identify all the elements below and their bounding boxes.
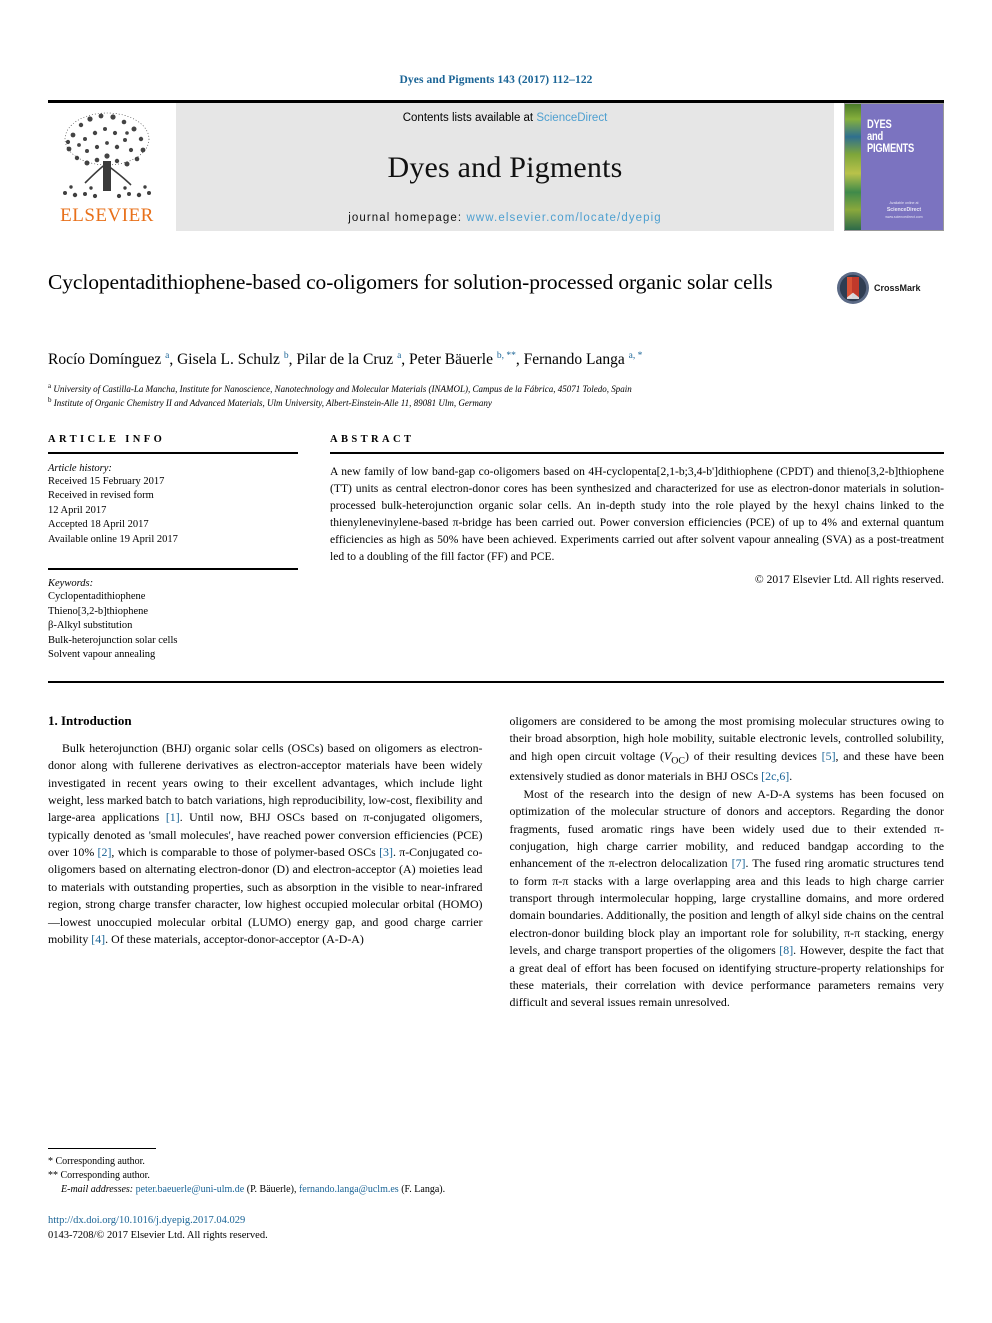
article-history-item: Accepted 18 April 2017 bbox=[48, 519, 149, 531]
footnote-corresponding-2: ** Corresponding author. bbox=[48, 1169, 476, 1183]
title-block: Cyclopentadithiophene-based co-oligomers… bbox=[48, 269, 944, 331]
footnote-text-1: Corresponding author. bbox=[55, 1156, 145, 1167]
abstract-copyright: © 2017 Elsevier Ltd. All rights reserved… bbox=[754, 573, 944, 587]
article-info-column: ARTICLE INFO Article history: Received 1… bbox=[48, 434, 298, 663]
article-history-item: 12 April 2017 bbox=[48, 504, 107, 516]
article-info-rule-top bbox=[48, 452, 298, 454]
affiliation-b-text: Institute of Organic Chemistry II and Ad… bbox=[53, 398, 492, 409]
contents-prefix: Contents lists available at bbox=[402, 112, 537, 124]
citation-ref[interactable]: [1] bbox=[166, 810, 180, 824]
cover-footer: Available online at ScienceDirect www.sc… bbox=[873, 201, 935, 220]
email-link-2[interactable]: fernando.langa@uclm.es bbox=[299, 1184, 399, 1195]
footnote-marker-2: ** bbox=[48, 1170, 58, 1181]
journal-title: Dyes and Pigments bbox=[387, 151, 623, 184]
email-link-1[interactable]: peter.baeuerle@uni-ulm.de bbox=[136, 1184, 245, 1195]
keyword-item: Bulk-heterojunction solar cells bbox=[48, 634, 178, 646]
journal-cover-thumbnail: DYES and PIGMENTS Available online at Sc… bbox=[844, 103, 944, 231]
cover-art-strip bbox=[845, 104, 861, 230]
citation-ref[interactable]: [8] bbox=[779, 943, 793, 957]
cover-footer-sciencedirect: ScienceDirect bbox=[886, 206, 922, 213]
footnote-rule bbox=[48, 1148, 156, 1149]
affiliation-marker-a: a bbox=[48, 382, 52, 391]
journal-homepage-line: journal homepage: www.elsevier.com/locat… bbox=[348, 212, 662, 224]
contents-lists-line: Contents lists available at ScienceDirec… bbox=[403, 112, 608, 124]
paragraph: oligomers are considered to be among the… bbox=[509, 713, 945, 784]
elsevier-wordmark: ELSEVIER bbox=[60, 205, 154, 226]
homepage-url-link[interactable]: www.elsevier.com/locate/dyepig bbox=[466, 212, 661, 224]
body-columns: 1. Introduction Bulk heterojunction (BHJ… bbox=[48, 713, 944, 1012]
affiliation-a: a University of Castilla-La Mancha, Inst… bbox=[48, 382, 848, 396]
affiliation-list: a University of Castilla-La Mancha, Inst… bbox=[48, 382, 848, 410]
author-list: Rocío Domínguez a, Gisela L. Schulz b, P… bbox=[48, 349, 828, 371]
cover-title-line3: PIGMENTS bbox=[867, 141, 915, 156]
info-abstract-section: ARTICLE INFO Article history: Received 1… bbox=[48, 434, 944, 663]
citation-ref[interactable]: [4] bbox=[91, 932, 105, 946]
crossmark-badge[interactable]: CrossMark bbox=[836, 271, 944, 305]
crossmark-icon bbox=[837, 272, 869, 304]
article-info-heading: ARTICLE INFO bbox=[48, 434, 166, 445]
keyword-item: Thieno[3,2-b]thiophene bbox=[48, 605, 149, 617]
sciencedirect-link[interactable]: ScienceDirect bbox=[536, 112, 607, 124]
citation-ref[interactable]: [2c,6] bbox=[761, 769, 789, 783]
article-history-title: Article history: bbox=[48, 463, 112, 474]
paragraph: Most of the research into the design of … bbox=[509, 786, 945, 1010]
keyword-item: β-Alkyl substitution bbox=[48, 620, 133, 632]
section-title-introduction: 1. Introduction bbox=[48, 712, 132, 728]
journal-band: Contents lists available at ScienceDirec… bbox=[176, 103, 834, 231]
citation-ref[interactable]: [3] bbox=[379, 845, 393, 859]
elsevier-logo: ELSEVIER bbox=[48, 103, 166, 231]
abstract-heading: ABSTRACT bbox=[330, 434, 415, 445]
article-history-item: Received 15 February 2017 bbox=[48, 476, 165, 487]
citation-ref[interactable]: [5] bbox=[822, 749, 836, 763]
affiliation-b: b Institute of Organic Chemistry II and … bbox=[48, 396, 848, 410]
info-abstract-bottom-rule bbox=[48, 680, 944, 683]
doi-block: http://dx.doi.org/10.1016/j.dyepig.2017.… bbox=[48, 1213, 476, 1243]
keywords-title: Keywords: bbox=[48, 578, 94, 590]
elsevier-tree-icon bbox=[63, 112, 151, 199]
email-addresses-label: E-mail addresses: bbox=[61, 1184, 134, 1195]
abstract-text: A new family of low band-gap co-oligomer… bbox=[330, 465, 944, 564]
authors-text: Rocío Domínguez a, Gisela L. Schulz b, P… bbox=[48, 350, 643, 368]
footnote-block: * Corresponding author. ** Corresponding… bbox=[48, 1148, 476, 1243]
footnote-emails: E-mail addresses: peter.baeuerle@uni-ulm… bbox=[48, 1183, 476, 1197]
page-title: Cyclopentadithiophene-based co-oligomers… bbox=[48, 270, 773, 294]
citation-ref[interactable]: [2] bbox=[98, 845, 112, 859]
paragraph: Bulk heterojunction (BHJ) organic solar … bbox=[48, 740, 483, 946]
keyword-item: Solvent vapour annealing bbox=[48, 649, 156, 661]
running-head: Dyes and Pigments 143 (2017) 112–122 bbox=[399, 74, 593, 86]
paper-page: Dyes and Pigments 143 (2017) 112–122 ELS… bbox=[0, 0, 992, 1323]
cover-title: DYES and PIGMENTS bbox=[867, 118, 914, 155]
footnote-corresponding-1: * Corresponding author. bbox=[48, 1155, 476, 1169]
abstract-column: ABSTRACT A new family of low band-gap co… bbox=[330, 434, 944, 663]
abstract-rule-top bbox=[330, 452, 944, 454]
email-person-2: (F. Langa). bbox=[401, 1184, 446, 1195]
body-column-left: 1. Introduction Bulk heterojunction (BHJ… bbox=[48, 713, 483, 1012]
keyword-item: Cyclopentadithiophene bbox=[48, 591, 146, 603]
issn-copyright-line: 0143-7208/© 2017 Elsevier Ltd. All right… bbox=[48, 1230, 268, 1242]
footnote-marker-1: * bbox=[48, 1156, 53, 1167]
article-history-item: Available online 19 April 2017 bbox=[48, 533, 178, 545]
citation-ref[interactable]: [7] bbox=[732, 856, 746, 870]
crossmark-label: CrossMark bbox=[874, 283, 921, 293]
cover-footer-sub: www.sciencedirect.com bbox=[885, 214, 923, 219]
article-info-rule-mid bbox=[48, 568, 298, 571]
footnote-text-2: Corresponding author. bbox=[60, 1170, 150, 1181]
doi-link[interactable]: http://dx.doi.org/10.1016/j.dyepig.2017.… bbox=[48, 1213, 476, 1228]
body-column-right: oligomers are considered to be among the… bbox=[510, 713, 945, 1012]
article-history-item: Received in revised form bbox=[48, 490, 154, 502]
affiliation-a-text: University of Castilla-La Mancha, Instit… bbox=[53, 384, 632, 395]
info-abstract-bottom-rule-wrap bbox=[48, 680, 944, 683]
affiliation-marker-b: b bbox=[48, 396, 52, 405]
journal-masthead: ELSEVIER Contents lists available at Sci… bbox=[48, 100, 944, 231]
email-person-1: (P. Bäuerle), bbox=[246, 1184, 297, 1195]
homepage-prefix: journal homepage: bbox=[348, 212, 467, 224]
